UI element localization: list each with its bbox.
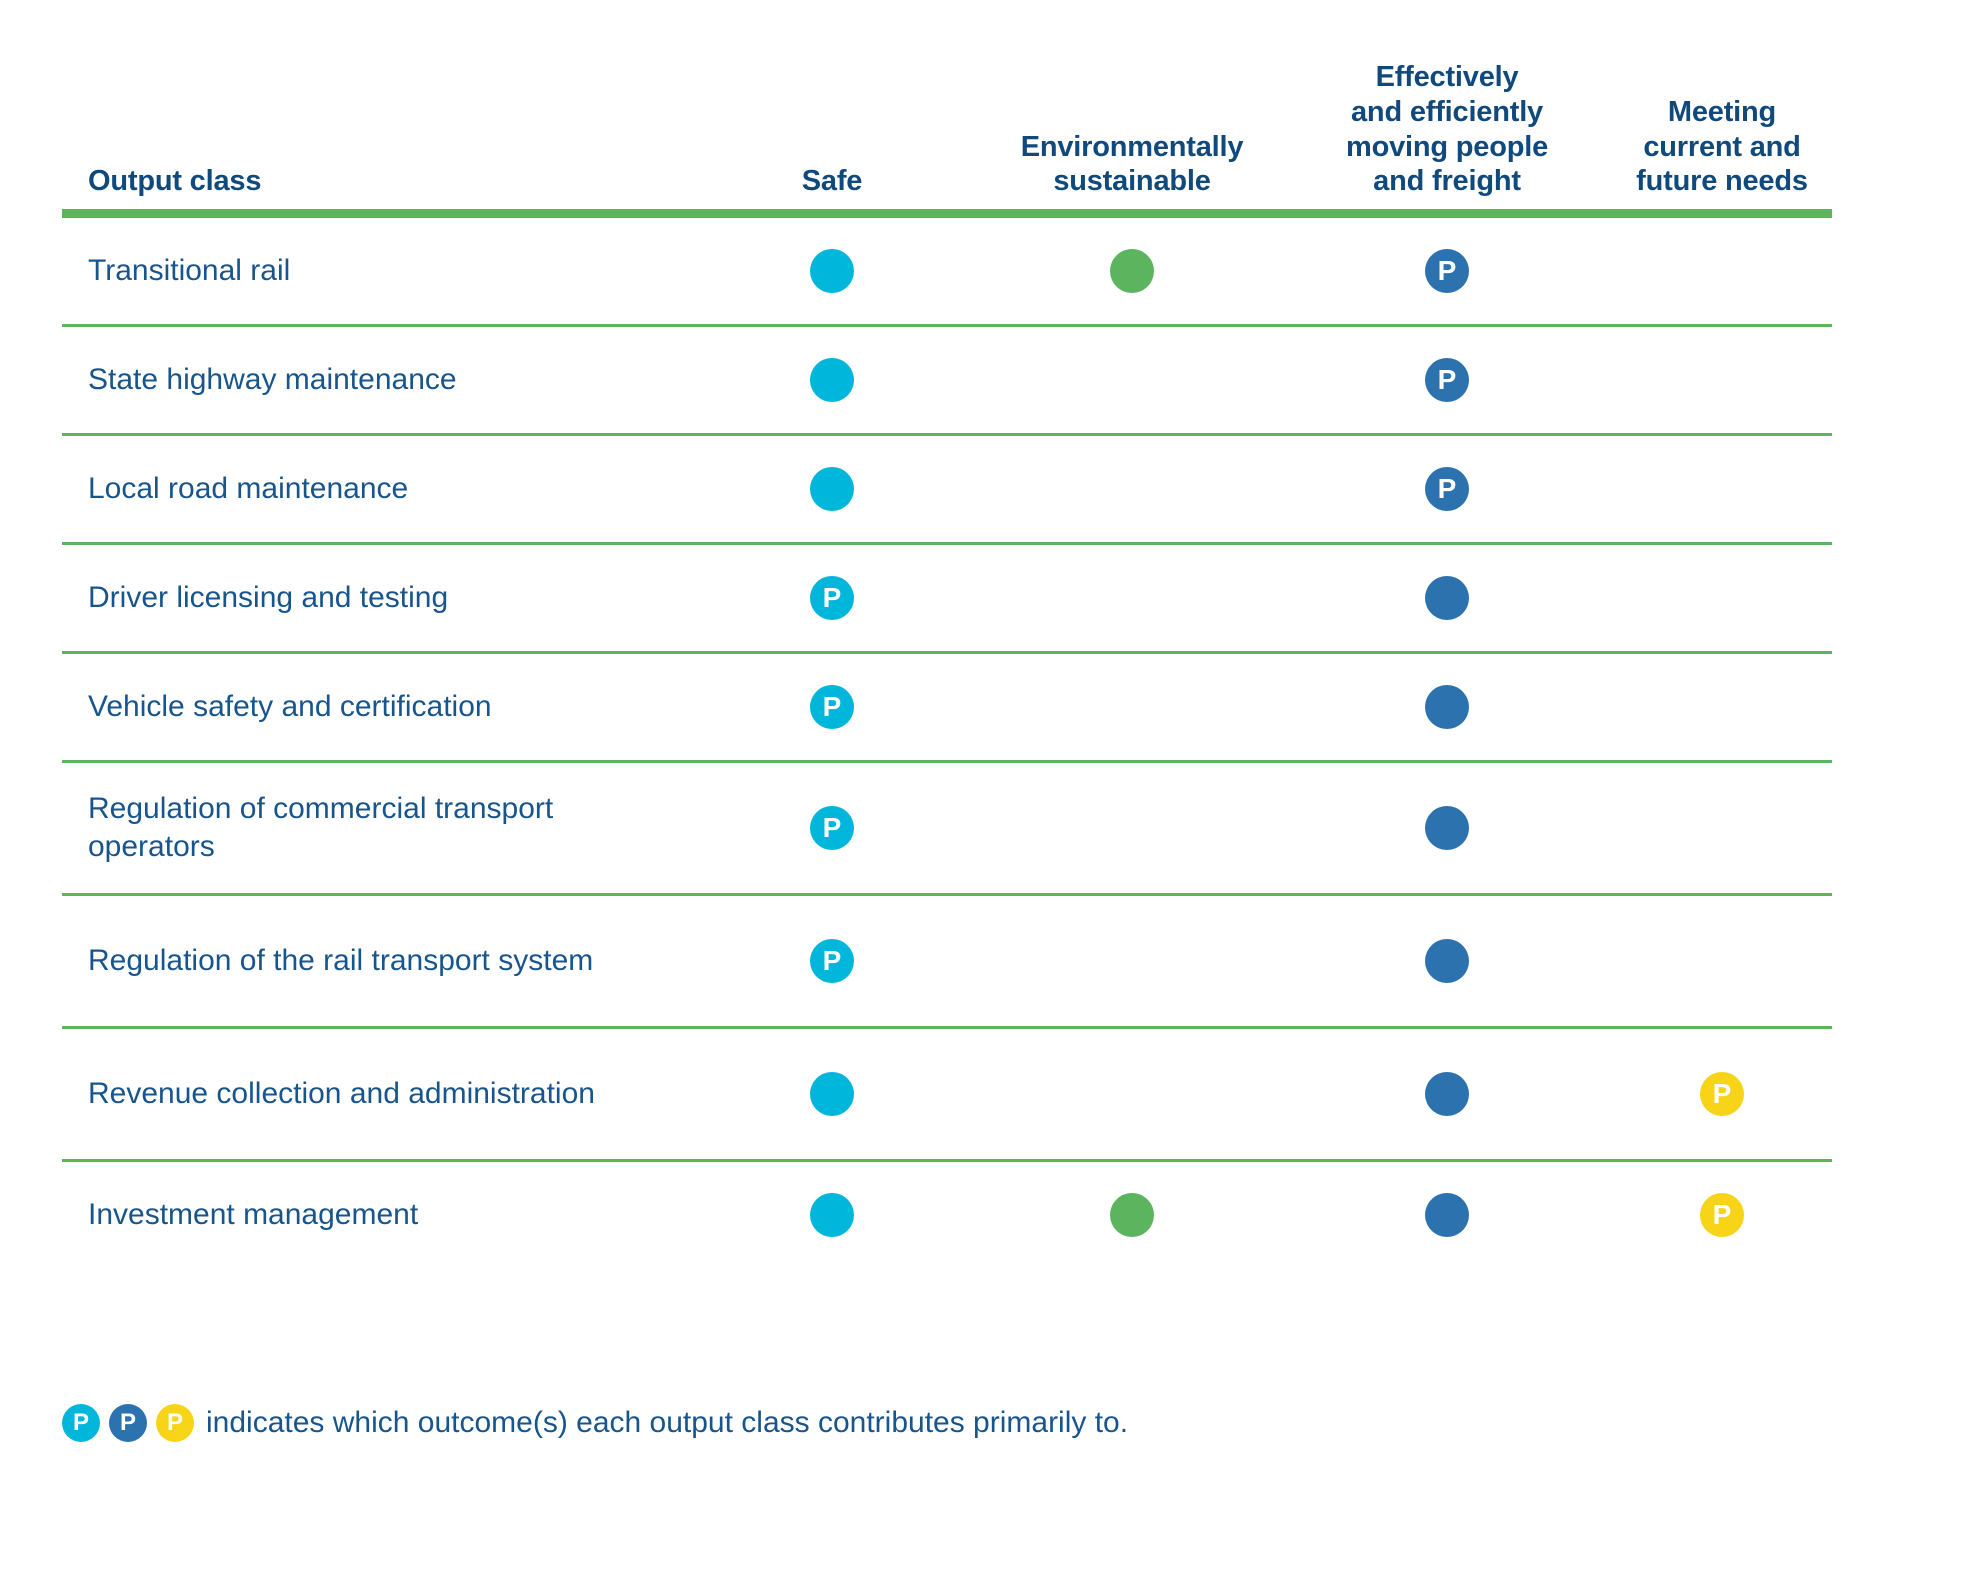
cell-safe	[682, 1027, 982, 1163]
table-body: Transitional rail P State highway maintena…	[62, 213, 1832, 1269]
cell-meet	[1612, 894, 1832, 1030]
cell-eff	[1282, 543, 1612, 655]
contribution-dot-icon	[1425, 939, 1469, 984]
table-row: Investment management P	[62, 1161, 1832, 1269]
contribution-dot-icon	[1425, 576, 1469, 621]
output-class-label: State highway maintenance	[62, 325, 682, 437]
cell-env	[982, 434, 1282, 546]
cell-meet	[1612, 213, 1832, 328]
primary-marker-icon: P	[1425, 467, 1469, 512]
contribution-dot-icon	[810, 1072, 854, 1117]
contribution-dot-icon	[1110, 1193, 1154, 1238]
output-class-label: Transitional rail	[62, 213, 682, 328]
output-class-label: Investment management	[88, 1198, 419, 1232]
output-class-label: Vehicle safety and certification	[62, 652, 682, 764]
table-header: Output class Safe Environmentally sustain…	[62, 60, 1832, 219]
cell-eff	[1282, 1161, 1612, 1269]
cell-eff	[1282, 1027, 1612, 1163]
table-row: Vehicle safety and certification P	[62, 652, 1832, 764]
contribution-dot-icon	[810, 467, 854, 512]
cell-meet: P	[1612, 1161, 1832, 1269]
contribution-dot-icon	[810, 358, 854, 403]
primary-marker-icon: P	[810, 939, 854, 984]
column-header-safe: Safe	[682, 60, 982, 219]
cell-env	[982, 652, 1282, 764]
cell-eff: P	[1282, 213, 1612, 328]
legend-badges: PPP	[62, 1404, 194, 1442]
cell-env	[982, 213, 1282, 328]
outcomes-matrix-container: Output class Safe Environmentally sustain…	[62, 60, 1832, 1268]
cell-safe: P	[682, 652, 982, 764]
cell-safe: P	[682, 894, 982, 1030]
output-class-label: Local road maintenance	[62, 434, 682, 546]
cell-eff: P	[1282, 434, 1612, 546]
column-header-output-class: Output class	[62, 60, 682, 219]
cell-eff	[1282, 761, 1612, 897]
table-page: Output class Safe Environmentally sustain…	[0, 0, 1972, 1584]
legend-primary-badge-icon: P	[109, 1404, 147, 1442]
primary-marker-icon: P	[810, 576, 854, 621]
primary-marker-icon: P	[1700, 1072, 1744, 1117]
cell-safe: P	[682, 761, 982, 897]
cell-meet	[1612, 543, 1832, 655]
cell-safe	[682, 434, 982, 546]
column-header-effectively-efficiently-moving: Effectively and efficiently moving people a…	[1282, 60, 1612, 219]
column-header-meeting-current-future-needs: Meeting current and future needs	[1612, 60, 1832, 219]
table-row: Transitional rail P	[62, 213, 1832, 328]
primary-marker-icon: P	[810, 685, 854, 730]
table-row: Regulation of the rail transport system P	[62, 894, 1832, 1030]
legend-footnote: PPP indicates which outcome(s) each outp…	[62, 1404, 1128, 1442]
primary-marker-icon: P	[810, 806, 854, 851]
table-header-row: Output class Safe Environmentally sustain…	[62, 60, 1832, 219]
contribution-dot-icon	[1425, 1193, 1469, 1238]
cell-meet	[1612, 652, 1832, 764]
table-row: Regulation of commercial transport opera…	[62, 761, 1832, 897]
output-class-label: Regulation of the rail transport system	[62, 894, 682, 1030]
cell-eff: P	[1282, 325, 1612, 437]
cell-meet	[1612, 434, 1832, 546]
contribution-dot-icon	[1425, 806, 1469, 851]
cell-safe	[682, 1161, 982, 1269]
legend-text: indicates which outcome(s) each output c…	[206, 1406, 1129, 1439]
table-row: Revenue collection and administration P	[62, 1027, 1832, 1163]
cell-env	[982, 1161, 1282, 1269]
table-row: Local road maintenance P	[62, 434, 1832, 546]
cell-meet	[1612, 325, 1832, 437]
cell-safe	[682, 325, 982, 437]
contribution-dot-icon	[1110, 249, 1154, 294]
cell-safe: P	[682, 543, 982, 655]
column-header-environmentally-sustainable: Environmentally sustainable	[982, 60, 1282, 219]
cell-safe	[682, 213, 982, 328]
legend-primary-badge-icon: P	[62, 1404, 100, 1442]
primary-marker-icon: P	[1425, 249, 1469, 294]
cell-eff	[1282, 652, 1612, 764]
contribution-dot-icon	[1425, 1072, 1469, 1117]
output-class-label: Driver licensing and testing	[62, 543, 682, 655]
cell-env	[982, 894, 1282, 1030]
contribution-dot-icon	[810, 1193, 854, 1238]
table-row: Driver licensing and testing P	[62, 543, 1832, 655]
cell-env	[982, 1027, 1282, 1163]
cell-env	[982, 325, 1282, 437]
table-row: State highway maintenance P	[62, 325, 1832, 437]
cell-eff	[1282, 894, 1612, 1030]
cell-meet	[1612, 761, 1832, 897]
output-class-outcomes-table: Output class Safe Environmentally sustain…	[62, 60, 1832, 1268]
contribution-dot-icon	[1425, 685, 1469, 730]
cell-env	[982, 761, 1282, 897]
cell-env	[982, 543, 1282, 655]
primary-marker-icon: P	[1700, 1193, 1744, 1238]
output-class-label: Regulation of commercial transport opera…	[62, 761, 682, 897]
output-class-label: Revenue collection and administration	[62, 1027, 682, 1163]
cell-meet: P	[1612, 1027, 1832, 1163]
primary-marker-icon: P	[1425, 358, 1469, 403]
contribution-dot-icon	[810, 249, 854, 294]
legend-primary-badge-icon: P	[156, 1404, 194, 1442]
